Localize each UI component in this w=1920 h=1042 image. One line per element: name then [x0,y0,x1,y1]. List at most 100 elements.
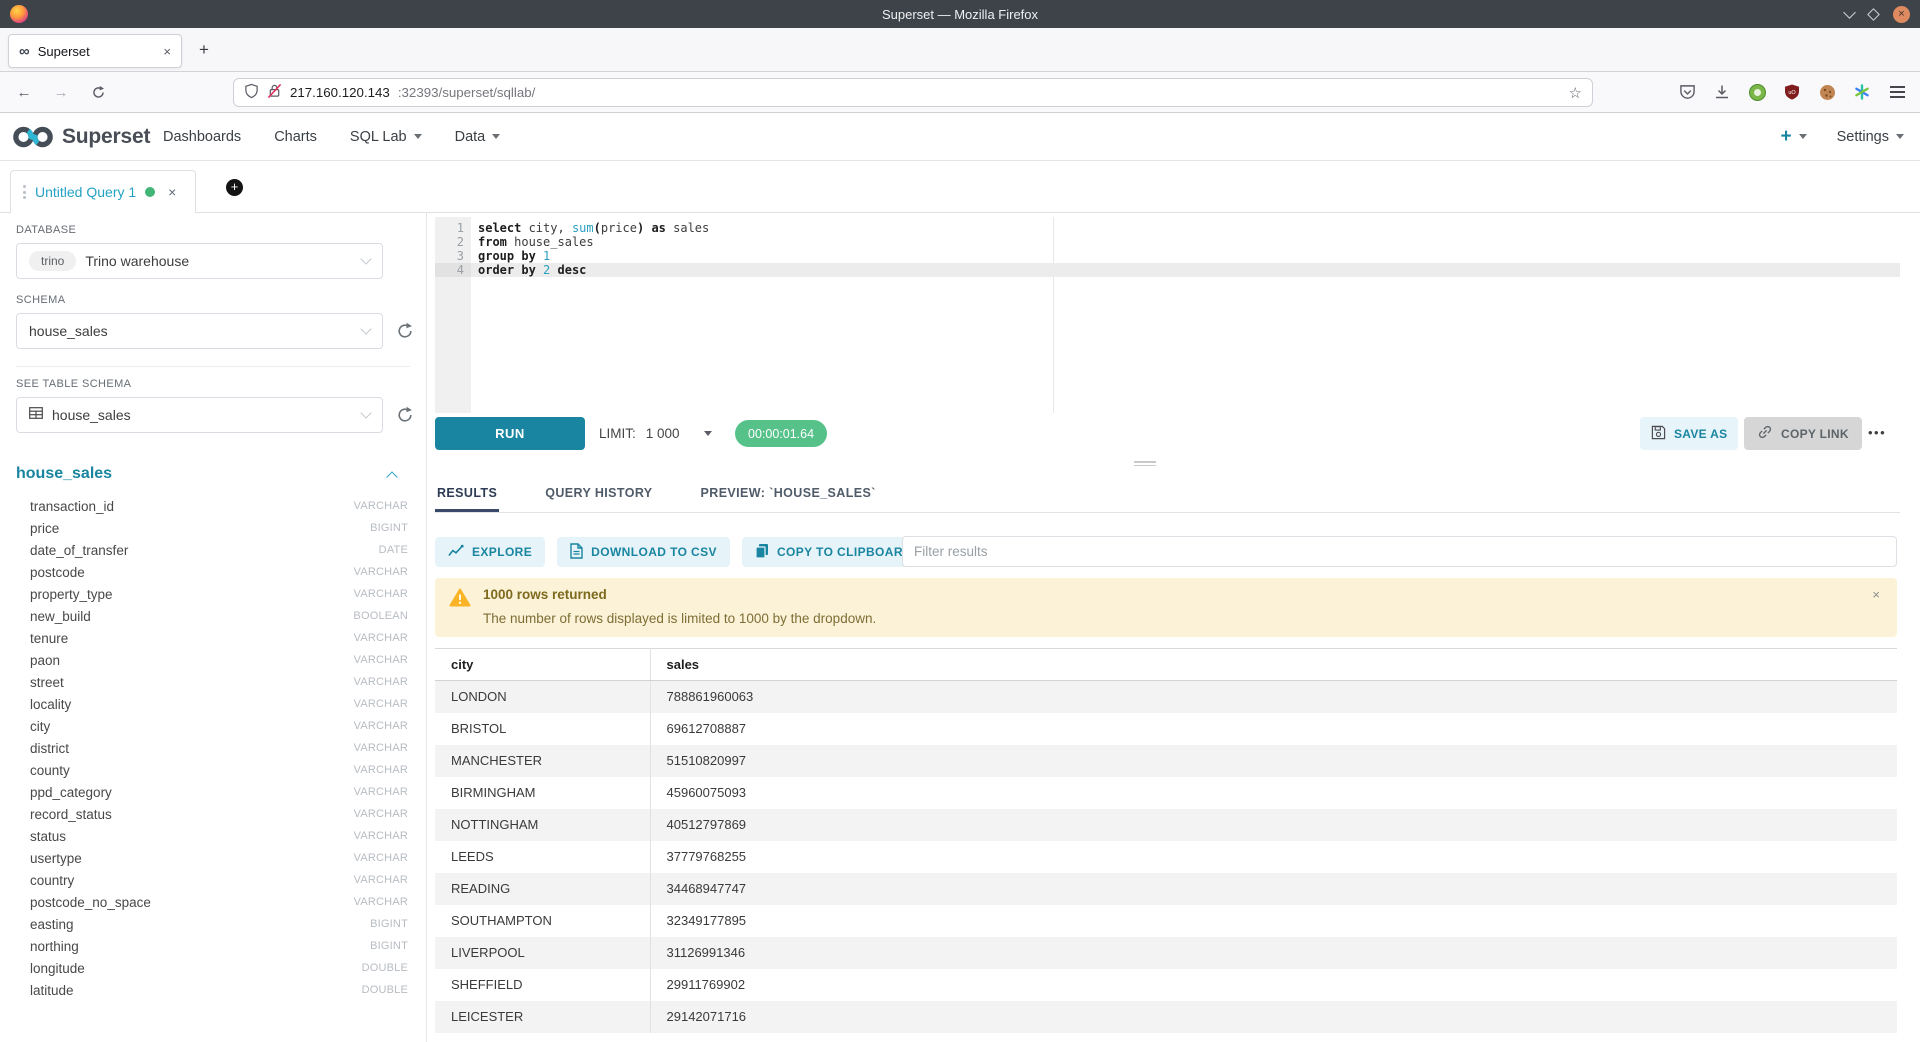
nav-item-data[interactable]: Data [455,129,501,145]
column-name: district [30,741,354,756]
shield-icon[interactable] [244,83,259,102]
column-header-city[interactable]: city [435,649,650,681]
collapse-chevron-icon[interactable] [386,471,397,482]
schema-select[interactable]: house_sales [16,313,383,349]
code-token: from [478,235,507,249]
query-tab-close-icon[interactable]: × [168,184,176,200]
tab-query-history[interactable]: QUERY HISTORY [543,478,654,509]
limit-dropdown[interactable]: LIMIT: 1 000 [599,417,712,450]
copy-link-button[interactable]: COPY LINK [1744,417,1862,450]
bookmark-star-icon[interactable]: ☆ [1569,84,1582,102]
code-token: group by [478,249,536,263]
add-new-button[interactable]: + [1780,126,1806,148]
sql-code-editor[interactable]: 1select city, sum(price) as sales2from h… [435,217,1900,413]
column-name: street [30,675,354,690]
column-row: countyVARCHAR [0,759,426,781]
column-type: VARCHAR [354,720,408,732]
line-number: 3 [435,249,471,263]
save-as-button[interactable]: SAVE AS [1640,417,1738,450]
menu-hamburger-icon[interactable] [1886,81,1908,103]
column-type: BIGINT [370,918,408,930]
nav-item-dashboards[interactable]: Dashboards [163,129,241,145]
settings-menu[interactable]: Settings [1837,129,1904,145]
superset-brand[interactable]: Superset [12,113,150,160]
url-bar[interactable]: 217.160.120.143:32393/superset/sqllab/ ☆ [233,78,1593,107]
column-row: new_buildBOOLEAN [0,605,426,627]
column-type: VARCHAR [354,698,408,710]
cell-city: LIVERPOOL [435,937,650,969]
table-schema-header[interactable]: house_sales [16,465,410,483]
sqllab-sidebar: DATABASE trino Trino warehouse SCHEMA ho… [0,213,427,1042]
window-close-button[interactable]: × [1893,6,1910,23]
column-name: northing [30,939,370,954]
code-token: city, [521,221,572,235]
column-type: VARCHAR [354,676,408,688]
monkey-extension-icon[interactable] [1746,81,1768,103]
database-select[interactable]: trino Trino warehouse [16,243,383,279]
code-line[interactable]: 3group by 1 [435,249,1900,263]
refresh-table-icon[interactable] [396,406,414,424]
table-select[interactable]: house_sales [16,397,383,433]
save-icon [1651,425,1666,443]
column-type: VARCHAR [354,588,408,600]
tab-close-icon[interactable]: × [163,44,171,59]
line-number: 4 [435,263,471,277]
forward-button[interactable]: → [49,72,73,112]
add-query-tab-button[interactable]: + [226,179,243,196]
column-row: latitudeDOUBLE [0,979,426,1001]
column-type: VARCHAR [354,654,408,666]
alert-close-icon[interactable]: × [1872,587,1880,602]
reload-button[interactable] [86,72,110,112]
column-row: transaction_idVARCHAR [0,495,426,517]
tab-preview-house-sales[interactable]: PREVIEW: `HOUSE_SALES` [699,478,878,509]
copy-clipboard-button[interactable]: COPY TO CLIPBOARD [742,537,925,567]
table-title: house_sales [16,465,388,483]
pocket-icon[interactable] [1676,81,1698,103]
kebab-menu-icon[interactable] [23,185,26,199]
cell-sales: 29142071716 [650,1001,1897,1033]
explore-button[interactable]: EXPLORE [435,537,545,567]
column-name: locality [30,697,354,712]
nav-item-charts[interactable]: Charts [274,129,317,145]
browser-tab[interactable]: ∞ Superset × [8,34,182,68]
column-name: longitude [30,961,362,976]
cell-city: LEICESTER [435,1001,650,1033]
copy-clipboard-label: COPY TO CLIPBOARD [777,545,912,559]
code-line[interactable]: 1select city, sum(price) as sales [435,221,1900,235]
code-token: sum [572,221,594,235]
cookie-extension-icon[interactable] [1816,81,1838,103]
filter-results-input[interactable] [902,536,1897,567]
refresh-schema-icon[interactable] [396,322,414,340]
new-tab-button[interactable]: + [191,37,217,63]
column-row: ppd_categoryVARCHAR [0,781,426,803]
code-line[interactable]: 4order by 2 desc [435,263,1900,277]
back-button[interactable]: ← [12,72,36,112]
caret-down-icon [414,134,422,139]
sidebar-divider [16,366,410,367]
tab-results[interactable]: RESULTS [435,478,499,512]
column-name: country [30,873,354,888]
nav-item-sql-lab[interactable]: SQL Lab [350,129,422,145]
download-csv-button[interactable]: DOWNLOAD TO CSV [557,537,730,567]
run-query-button[interactable]: RUN [435,417,585,450]
ublock-extension-icon[interactable]: uO [1781,81,1803,103]
code-line[interactable]: 2from house_sales [435,235,1900,249]
column-row: districtVARCHAR [0,737,426,759]
downloads-icon[interactable] [1711,81,1733,103]
insecure-lock-icon[interactable] [267,83,282,102]
pane-resize-handle[interactable] [1134,459,1156,468]
table-row: BIRMINGHAM45960075093 [435,777,1897,809]
column-header-sales[interactable]: sales [650,649,1897,681]
query-status-dot [145,187,155,197]
superset-favicon-icon: ∞ [19,44,30,59]
column-row: northingBIGINT [0,935,426,957]
alert-message: The number of rows displayed is limited … [483,611,876,626]
sql-editor-lines: 1select city, sum(price) as sales2from h… [435,217,1900,277]
query-tab-active[interactable]: Untitled Query 1 × [10,170,196,213]
explore-label: EXPLORE [472,545,532,559]
more-actions-button[interactable]: ••• [1868,417,1886,450]
maximize-button[interactable] [1867,8,1880,21]
column-name: latitude [30,983,362,998]
minimize-button[interactable] [1843,6,1856,19]
asterisk-extension-icon[interactable] [1851,81,1873,103]
